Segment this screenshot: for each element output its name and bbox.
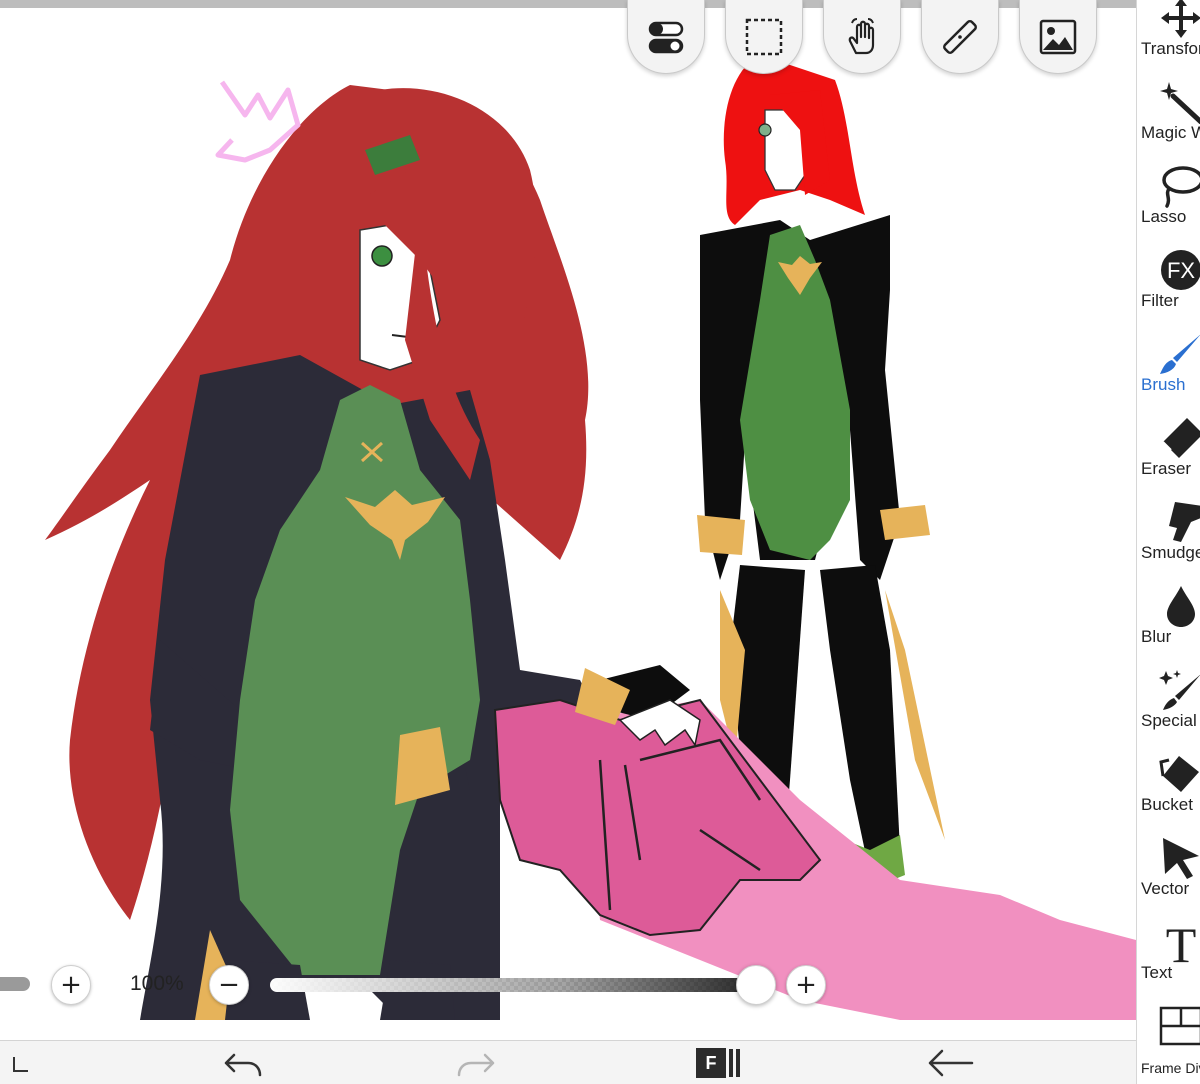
tool-transform[interactable]: Transform: [1137, 0, 1200, 76]
tool-label: Text: [1141, 963, 1173, 982]
back-button[interactable]: [915, 1041, 985, 1084]
zoom-level-label: 100%: [130, 972, 184, 995]
bucket-icon: [1159, 756, 1199, 792]
svg-text:T: T: [1166, 920, 1197, 964]
tool-label: Brush: [1141, 375, 1186, 394]
frame-divider-icon: [1159, 1006, 1200, 1046]
undo-button[interactable]: [210, 1041, 274, 1084]
tool-blur[interactable]: Blur: [1137, 580, 1200, 664]
tool-label: Transform: [1141, 39, 1200, 58]
tool-label: Blur: [1141, 627, 1172, 646]
blur-drop-icon: [1167, 586, 1195, 627]
frame-stack-bar: [736, 1049, 740, 1077]
right-eye: [758, 123, 772, 137]
tool-label: Special Brush: [1141, 711, 1200, 730]
hand-icon: [848, 17, 875, 54]
collapse-button[interactable]: [0, 1041, 40, 1084]
tool-label: Vector: [1141, 879, 1190, 898]
fx-icon: FX: [1161, 250, 1200, 290]
opacity-slider-track[interactable]: [270, 978, 756, 992]
tool-label: Magic Wand: [1141, 123, 1200, 142]
tool-brush[interactable]: Brush: [1137, 328, 1200, 412]
selection-icon: [745, 18, 783, 55]
minus-icon: −: [218, 970, 240, 1000]
tool-frame-divider[interactable]: Frame Divider: [1137, 1000, 1200, 1084]
right-cuff-r: [880, 505, 930, 540]
tool-label: Filter: [1141, 291, 1179, 310]
toggle-icon: [648, 21, 684, 53]
plus-icon: +: [795, 970, 817, 1000]
lasso-icon: [1162, 166, 1200, 208]
tool-label: Eraser: [1141, 459, 1192, 478]
tool-lasso[interactable]: Lasso: [1137, 160, 1200, 244]
magic-wand-icon: [1160, 82, 1200, 124]
zoom-plus-button-right[interactable]: +: [786, 965, 826, 1005]
brush-size-track[interactable]: [0, 977, 30, 991]
redo-button[interactable]: [445, 1041, 509, 1084]
text-icon: T: [1166, 920, 1197, 964]
tool-eraser[interactable]: Eraser: [1137, 412, 1200, 496]
back-icon: [928, 1049, 974, 1077]
image-icon: [1039, 19, 1077, 54]
smudge-icon: [1169, 502, 1200, 542]
frame-layers-icon: F: [696, 1048, 726, 1078]
eraser-icon: [1162, 418, 1200, 458]
zoom-minus-button[interactable]: −: [209, 965, 249, 1005]
tool-filter[interactable]: FX Filter: [1137, 244, 1200, 328]
special-brush-icon: [1159, 670, 1200, 710]
frame-layers-button[interactable]: F: [688, 1041, 748, 1084]
drawing-canvas[interactable]: [0, 0, 1136, 1040]
tool-text[interactable]: T Text: [1137, 916, 1200, 1000]
undo-icon: [224, 1053, 262, 1077]
tool-label: Smudge: [1141, 543, 1200, 562]
redo-icon: [457, 1053, 495, 1077]
right-cuff-l: [697, 515, 745, 555]
bottom-toolbar: F: [0, 1040, 1136, 1084]
left-eye: [371, 245, 393, 267]
artwork: [45, 55, 1136, 1020]
zoom-plus-button-left[interactable]: +: [51, 965, 91, 1005]
tool-bucket[interactable]: Bucket: [1137, 748, 1200, 832]
tool-panel: Transform Magic Wand Lasso FX Filter Bru…: [1136, 0, 1200, 1084]
tool-vector[interactable]: Vector: [1137, 832, 1200, 916]
vector-cursor-icon: [1163, 838, 1199, 879]
move-arrows-icon: [1161, 0, 1200, 38]
opacity-slider-thumb[interactable]: [736, 965, 776, 1005]
chevron-down-icon: [13, 1057, 28, 1072]
brush-icon: [1160, 334, 1200, 374]
svg-text:FX: FX: [1167, 258, 1195, 283]
tool-magic-wand[interactable]: Magic Wand: [1137, 76, 1200, 160]
tool-label: Bucket: [1141, 795, 1193, 814]
tool-label: Lasso: [1141, 207, 1187, 226]
frame-stack-bar: [729, 1049, 733, 1077]
tool-smudge[interactable]: Smudge: [1137, 496, 1200, 580]
tool-special-brush[interactable]: Special Brush: [1137, 664, 1200, 748]
tool-label: Frame Divider: [1141, 1060, 1200, 1076]
plus-icon: +: [60, 970, 82, 1000]
ruler-icon: [943, 19, 977, 54]
